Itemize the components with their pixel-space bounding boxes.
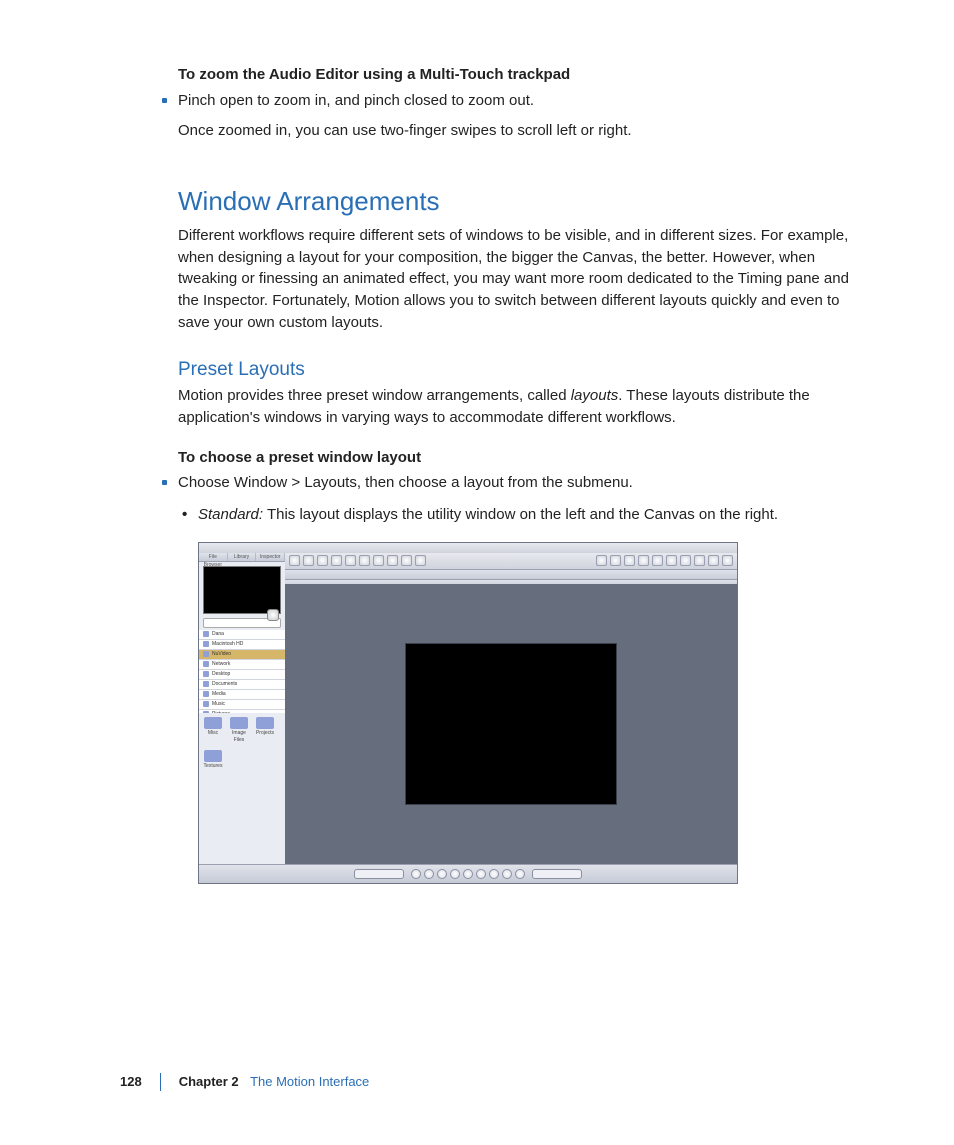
- subsection-body-preset-layouts: Motion provides three preset window arra…: [178, 385, 858, 429]
- folder-icon: [230, 717, 248, 729]
- transport-button-icon: [450, 869, 460, 879]
- tool-icon: [680, 555, 691, 566]
- tool-icon: [708, 555, 719, 566]
- footer-divider: [160, 1073, 161, 1091]
- screenshot-standard-layout: File Browser Library Inspector Dana Maci…: [198, 542, 738, 884]
- tool-icon: [387, 555, 398, 566]
- transport-button-icon: [424, 869, 434, 879]
- screenshot-utility-tabs: File Browser Library Inspector: [199, 553, 285, 562]
- drive-icon: [203, 641, 209, 647]
- section-heading-window-arrangements: Window Arrangements: [178, 183, 858, 221]
- screenshot-transport-bar: [199, 864, 737, 883]
- tool-icon: [694, 555, 705, 566]
- tool-icon: [401, 555, 412, 566]
- tool-icon: [303, 555, 314, 566]
- folder-item: Textures: [203, 750, 223, 770]
- tool-icon: [624, 555, 635, 566]
- sidebar-item-selected: NuVideo: [199, 650, 285, 660]
- screenshot-toolbar: [285, 553, 737, 570]
- transport-button-icon: [437, 869, 447, 879]
- screenshot-preview-thumb: [203, 566, 281, 614]
- sub-bullet-text: This layout displays the utility window …: [267, 506, 778, 523]
- sub-bullet-label: Standard:: [198, 506, 263, 523]
- tab-file-browser: File Browser: [199, 553, 228, 561]
- folder-item: Image Files: [229, 717, 249, 745]
- tool-icon: [666, 555, 677, 566]
- bullet-text: Choose Window > Layouts, then choose a l…: [178, 474, 633, 491]
- folder-icon: [203, 671, 209, 677]
- folder-grid: Misc Image Files Projects Textures: [199, 713, 285, 865]
- tool-icon: [638, 555, 649, 566]
- tab-inspector: Inspector: [256, 553, 285, 561]
- sidebar-item: Network: [199, 660, 285, 670]
- tool-icon: [610, 555, 621, 566]
- folder-icon: [203, 701, 209, 707]
- tool-icon: [373, 555, 384, 566]
- sub-bullet-standard: • Standard: This layout displays the uti…: [178, 504, 858, 526]
- transport-button-icon: [502, 869, 512, 879]
- timecode-field: [532, 869, 582, 879]
- transport-button-icon: [411, 869, 421, 879]
- page-number: 128: [120, 1073, 142, 1092]
- sidebar-item: Music: [199, 700, 285, 710]
- tab-library: Library: [228, 553, 257, 561]
- sidebar-item: Desktop: [199, 670, 285, 680]
- bullet-text: Pinch open to zoom in, and pinch closed …: [178, 92, 534, 109]
- folder-icon: [203, 681, 209, 687]
- folder-item: Misc: [203, 717, 223, 745]
- subsection-heading-preset-layouts: Preset Layouts: [178, 356, 858, 384]
- network-icon: [203, 661, 209, 667]
- folder-icon: [203, 691, 209, 697]
- screenshot-canvas-window: [285, 553, 737, 865]
- task-heading-zoom: To zoom the Audio Editor using a Multi-T…: [178, 64, 858, 86]
- screenshot-subbar: [285, 570, 737, 580]
- folder-icon: [256, 717, 274, 729]
- tool-icon: [596, 555, 607, 566]
- chapter-title: The Motion Interface: [250, 1074, 369, 1089]
- sidebar-list: Dana Macintosh HD NuVideo Network Deskto…: [199, 630, 285, 720]
- transport-button-icon: [476, 869, 486, 879]
- canvas-black-frame: [405, 643, 617, 805]
- square-bullet-icon: [162, 98, 167, 103]
- tool-icon: [317, 555, 328, 566]
- tool-icon: [722, 555, 733, 566]
- transport-button-icon: [515, 869, 525, 879]
- screenshot-utility-window: File Browser Library Inspector Dana Maci…: [199, 553, 286, 865]
- timecode-field: [354, 869, 404, 879]
- sidebar-item: Documents: [199, 680, 285, 690]
- transport-button-icon: [463, 869, 473, 879]
- square-bullet-icon: [162, 480, 167, 485]
- dot-bullet-icon: •: [182, 504, 187, 526]
- folder-icon: [204, 750, 222, 762]
- bullet-item-pinch: Pinch open to zoom in, and pinch closed …: [178, 90, 858, 142]
- tool-icon: [652, 555, 663, 566]
- transport-button-icon: [489, 869, 499, 879]
- task-heading-choose-preset: To choose a preset window layout: [178, 447, 858, 469]
- tool-icon: [359, 555, 370, 566]
- bullet-item-choose-window: Choose Window > Layouts, then choose a l…: [178, 472, 858, 494]
- folder-icon: [204, 717, 222, 729]
- sidebar-item: Macintosh HD: [199, 640, 285, 650]
- page-footer: 128 Chapter 2 The Motion Interface: [0, 1073, 954, 1097]
- screenshot-canvas-area: [285, 584, 737, 865]
- tool-icon: [415, 555, 426, 566]
- drive-icon: [203, 631, 209, 637]
- drive-icon: [203, 651, 209, 657]
- tool-icon: [331, 555, 342, 566]
- tool-icon: [345, 555, 356, 566]
- sidebar-item: Dana: [199, 630, 285, 640]
- sidebar-item: Media: [199, 690, 285, 700]
- play-icon: [267, 609, 279, 621]
- tool-icon: [289, 555, 300, 566]
- bullet-followup: Once zoomed in, you can use two-finger s…: [178, 120, 858, 142]
- folder-item: Projects: [255, 717, 275, 745]
- chapter-label: Chapter 2: [179, 1074, 239, 1089]
- section-body-window-arrangements: Different workflows require different se…: [178, 225, 858, 334]
